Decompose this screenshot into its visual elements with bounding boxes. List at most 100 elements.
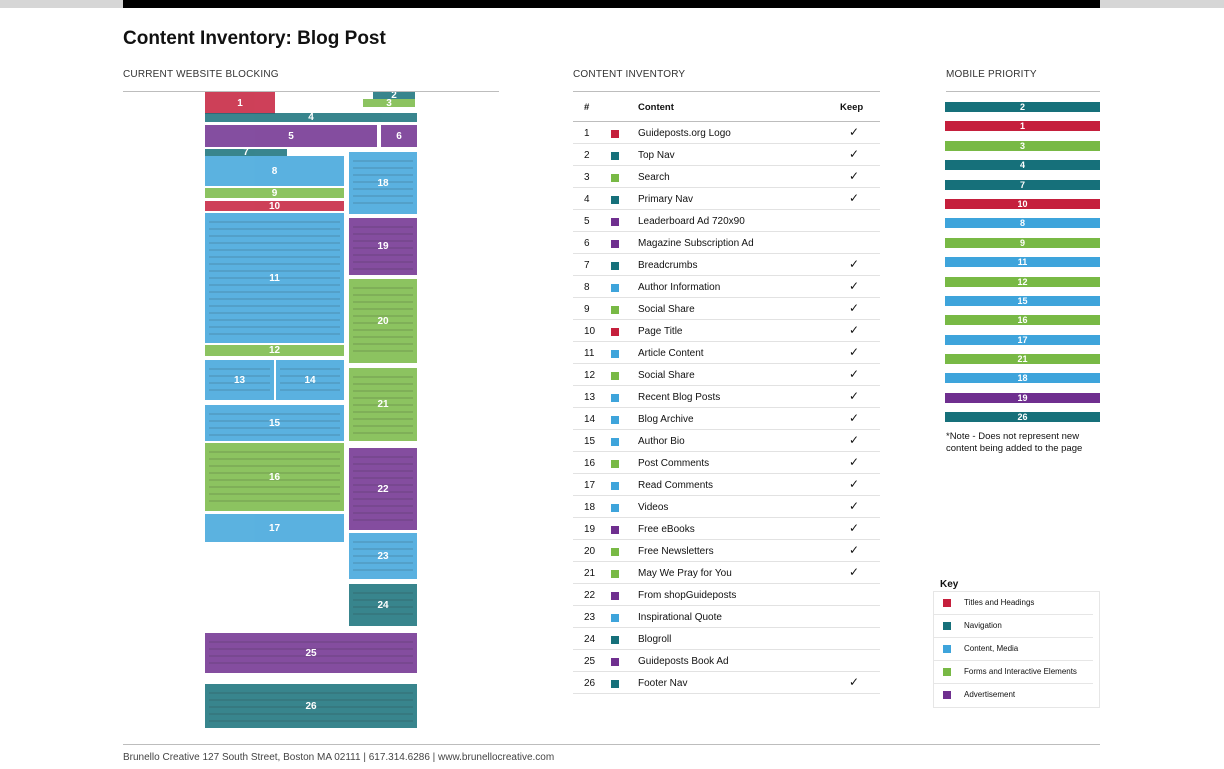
category-swatch [611, 350, 619, 358]
block-number: 23 [377, 550, 389, 562]
wireframe-text-line [209, 713, 413, 715]
inventory-rule [573, 91, 880, 92]
row-number: 12 [584, 370, 596, 381]
wireframe-text-line [209, 228, 340, 230]
mobile-priority-bar: 21 [945, 354, 1100, 365]
category-swatch [611, 438, 619, 446]
keep-checkmark-icon: ✓ [849, 411, 860, 425]
wireframe-text-line [209, 242, 340, 244]
key-label: Navigation [964, 621, 1002, 630]
table-row: 16 Post Comments ✓ [573, 452, 880, 474]
wireframe-text-line [353, 308, 413, 310]
wireframe-text-line [209, 284, 340, 286]
block-number: 4 [308, 113, 314, 122]
key-item: Titles and Headings [934, 592, 1093, 615]
wireframe-text-line [353, 562, 413, 564]
wireframe-block: 24 [349, 584, 417, 626]
row-number: 17 [584, 480, 596, 491]
wireframe-text-line [353, 160, 413, 162]
row-content-label: Social Share [638, 304, 695, 315]
table-row: 17 Read Comments ✓ [573, 474, 880, 496]
block-number: 12 [268, 345, 281, 356]
wireframe-text-line [353, 268, 413, 270]
wireframe-text-line [353, 343, 413, 345]
wireframe-block: 2 [373, 92, 415, 99]
row-number: 13 [584, 392, 596, 403]
wireframe-text-line [353, 519, 413, 521]
wireframe-block: 16 [205, 443, 344, 511]
wireframe-text-line [209, 291, 340, 293]
wireframe-block: 20 [349, 279, 417, 363]
wireframe-text-line [209, 368, 270, 370]
row-content-label: Search [638, 172, 670, 183]
table-row: 21 May We Pray for You ✓ [573, 562, 880, 584]
mobile-priority-bar: 26 [945, 412, 1100, 423]
wireframe-text-line [209, 263, 340, 265]
wireframe-text-line [209, 305, 340, 307]
block-number: 7 [243, 149, 249, 156]
wireframe-text-line [353, 418, 413, 420]
keep-checkmark-icon: ✓ [849, 477, 860, 491]
wireframe-text-line [353, 512, 413, 514]
section-heading-blocking: CURRENT WEBSITE BLOCKING [123, 69, 279, 80]
category-swatch [611, 636, 619, 644]
wireframe-block: 19 [349, 218, 417, 275]
block-number: 10 [268, 201, 281, 211]
wireframe-text-line [353, 477, 413, 479]
key-label: Titles and Headings [964, 598, 1035, 607]
mobile-priority-bar: 4 [945, 160, 1100, 171]
mobile-priority-bar: 17 [945, 334, 1100, 345]
row-number: 20 [584, 546, 596, 557]
mobile-priority-bar: 12 [945, 276, 1100, 287]
table-row: 4 Primary Nav ✓ [573, 188, 880, 210]
block-number: 1 [237, 97, 243, 109]
row-content-label: Recent Blog Posts [638, 392, 721, 403]
row-content-label: Top Nav [638, 150, 675, 161]
table-row: 18 Videos ✓ [573, 496, 880, 518]
block-number: 26 [305, 700, 317, 712]
wireframe-text-line [209, 319, 340, 321]
keep-checkmark-icon: ✓ [849, 301, 860, 315]
block-number: 19 [377, 241, 389, 252]
table-row: 24 Blogroll [573, 628, 880, 650]
footer-rule [123, 744, 1100, 745]
row-number: 18 [584, 502, 596, 513]
wireframe-block: 17 [205, 514, 344, 542]
row-content-label: Free Newsletters [638, 546, 714, 557]
key-label: Advertisement [964, 690, 1016, 699]
keep-checkmark-icon: ✓ [849, 499, 860, 513]
wireframe-text-line [209, 221, 340, 223]
mobile-priority-bar: 3 [945, 140, 1100, 151]
wireframe-block: 25 [205, 633, 417, 673]
category-swatch [611, 218, 619, 226]
wireframe-text-line [209, 458, 340, 460]
wireframe-text-line [353, 233, 413, 235]
keep-checkmark-icon: ✓ [849, 169, 860, 183]
table-row: 7 Breadcrumbs ✓ [573, 254, 880, 276]
table-header: # Content Keep [573, 96, 880, 122]
table-row: 15 Author Bio ✓ [573, 430, 880, 452]
section-heading-inventory: CONTENT INVENTORY [573, 69, 686, 80]
wireframe-text-line [280, 368, 340, 370]
mobile-priority-bar: 16 [945, 315, 1100, 326]
row-content-label: Page Title [638, 326, 683, 337]
row-number: 23 [584, 612, 596, 623]
section-heading-mobile: MOBILE PRIORITY [946, 69, 1037, 80]
key-swatch [943, 645, 951, 653]
row-number: 2 [584, 150, 590, 161]
category-swatch [611, 262, 619, 270]
keep-checkmark-icon: ✓ [849, 565, 860, 579]
row-content-label: Free eBooks [638, 524, 695, 535]
wireframe-text-line [353, 350, 413, 352]
category-swatch [611, 306, 619, 314]
row-content-label: Author Bio [638, 436, 685, 447]
wireframe-text-line [209, 500, 340, 502]
row-content-label: Author Information [638, 282, 721, 293]
keep-checkmark-icon: ✓ [849, 389, 860, 403]
wireframe-text-line [353, 592, 413, 594]
table-row: 5 Leaderboard Ad 720x90 [573, 210, 880, 232]
mobile-priority-bar: 10 [945, 198, 1100, 209]
wireframe-text-line [353, 411, 413, 413]
wireframe-block: 1 [205, 92, 275, 114]
block-number: 13 [233, 374, 246, 386]
